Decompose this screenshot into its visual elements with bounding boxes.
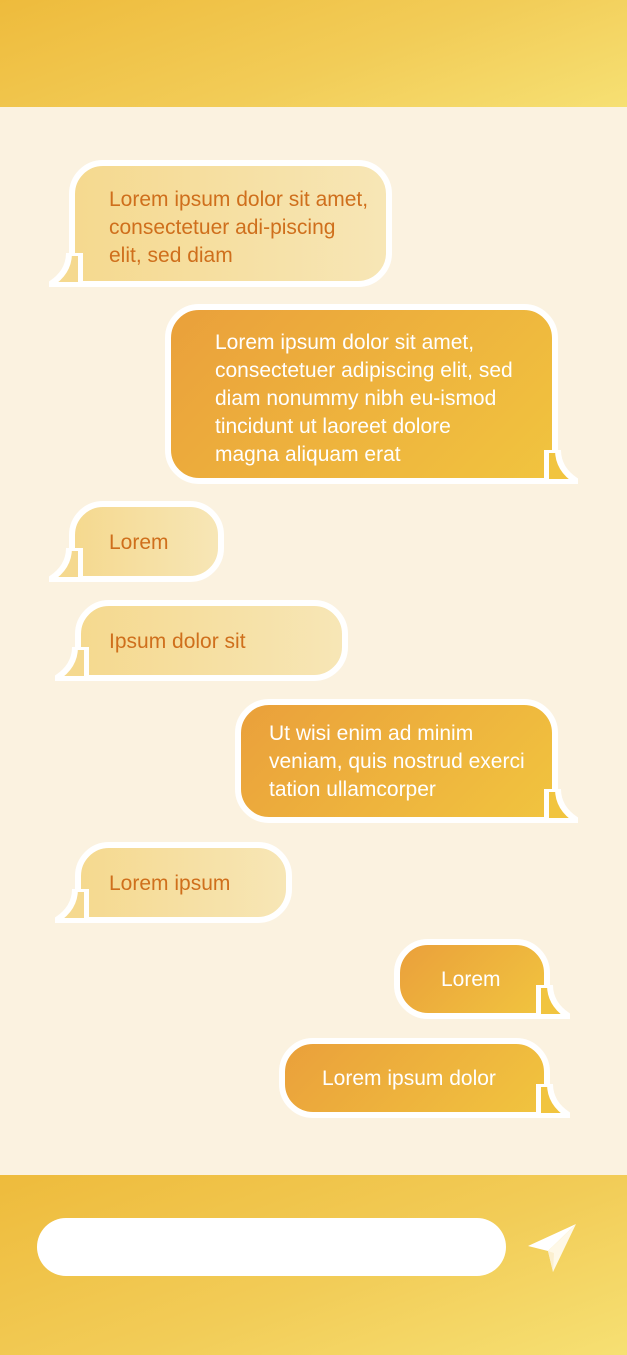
bubble-tail: [49, 253, 83, 287]
message-text: Lorem ipsum: [109, 872, 231, 895]
app-header: [0, 0, 627, 107]
message-bubble-outgoing: Lorem: [394, 939, 570, 1019]
message-text: Lorem ipsum dolor sit amet, consectetuer…: [215, 331, 513, 466]
bubble-tail: [536, 1084, 570, 1118]
message-bubble-incoming: Lorem ipsum: [55, 842, 292, 923]
bubble-tail: [55, 647, 89, 681]
message-text: Ipsum dolor sit: [109, 630, 246, 653]
message-text: Lorem ipsum dolor sit amet, consectetuer…: [109, 188, 369, 267]
message-text: Lorem ipsum dolor: [322, 1067, 496, 1090]
message-bubble-outgoing: Lorem ipsum dolor: [279, 1038, 570, 1118]
bubble-tail: [55, 889, 89, 923]
message-text: Ut wisi enim ad minim veniam, quis nostr…: [269, 722, 525, 801]
message-bubble-outgoing: Ut wisi enim ad minim veniam, quis nostr…: [235, 699, 578, 823]
message-text: Lorem: [441, 968, 501, 991]
message-bubble-incoming: Lorem ipsum dolor sit amet, consectetuer…: [49, 160, 392, 287]
message-bubble-incoming: Lorem: [49, 501, 224, 582]
bubble-tail: [544, 450, 578, 484]
message-bubble-incoming: Ipsum dolor sit: [55, 600, 348, 681]
bubble-tail: [544, 789, 578, 823]
message-input[interactable]: [37, 1218, 506, 1276]
bubble-tail: [536, 985, 570, 1019]
paper-plane-icon: [528, 1224, 576, 1272]
message-bubble-outgoing: Lorem ipsum dolor sit amet, consectetuer…: [165, 304, 578, 484]
bubble-tail: [49, 548, 83, 582]
message-text: Lorem: [109, 531, 169, 554]
send-button[interactable]: [524, 1220, 580, 1276]
